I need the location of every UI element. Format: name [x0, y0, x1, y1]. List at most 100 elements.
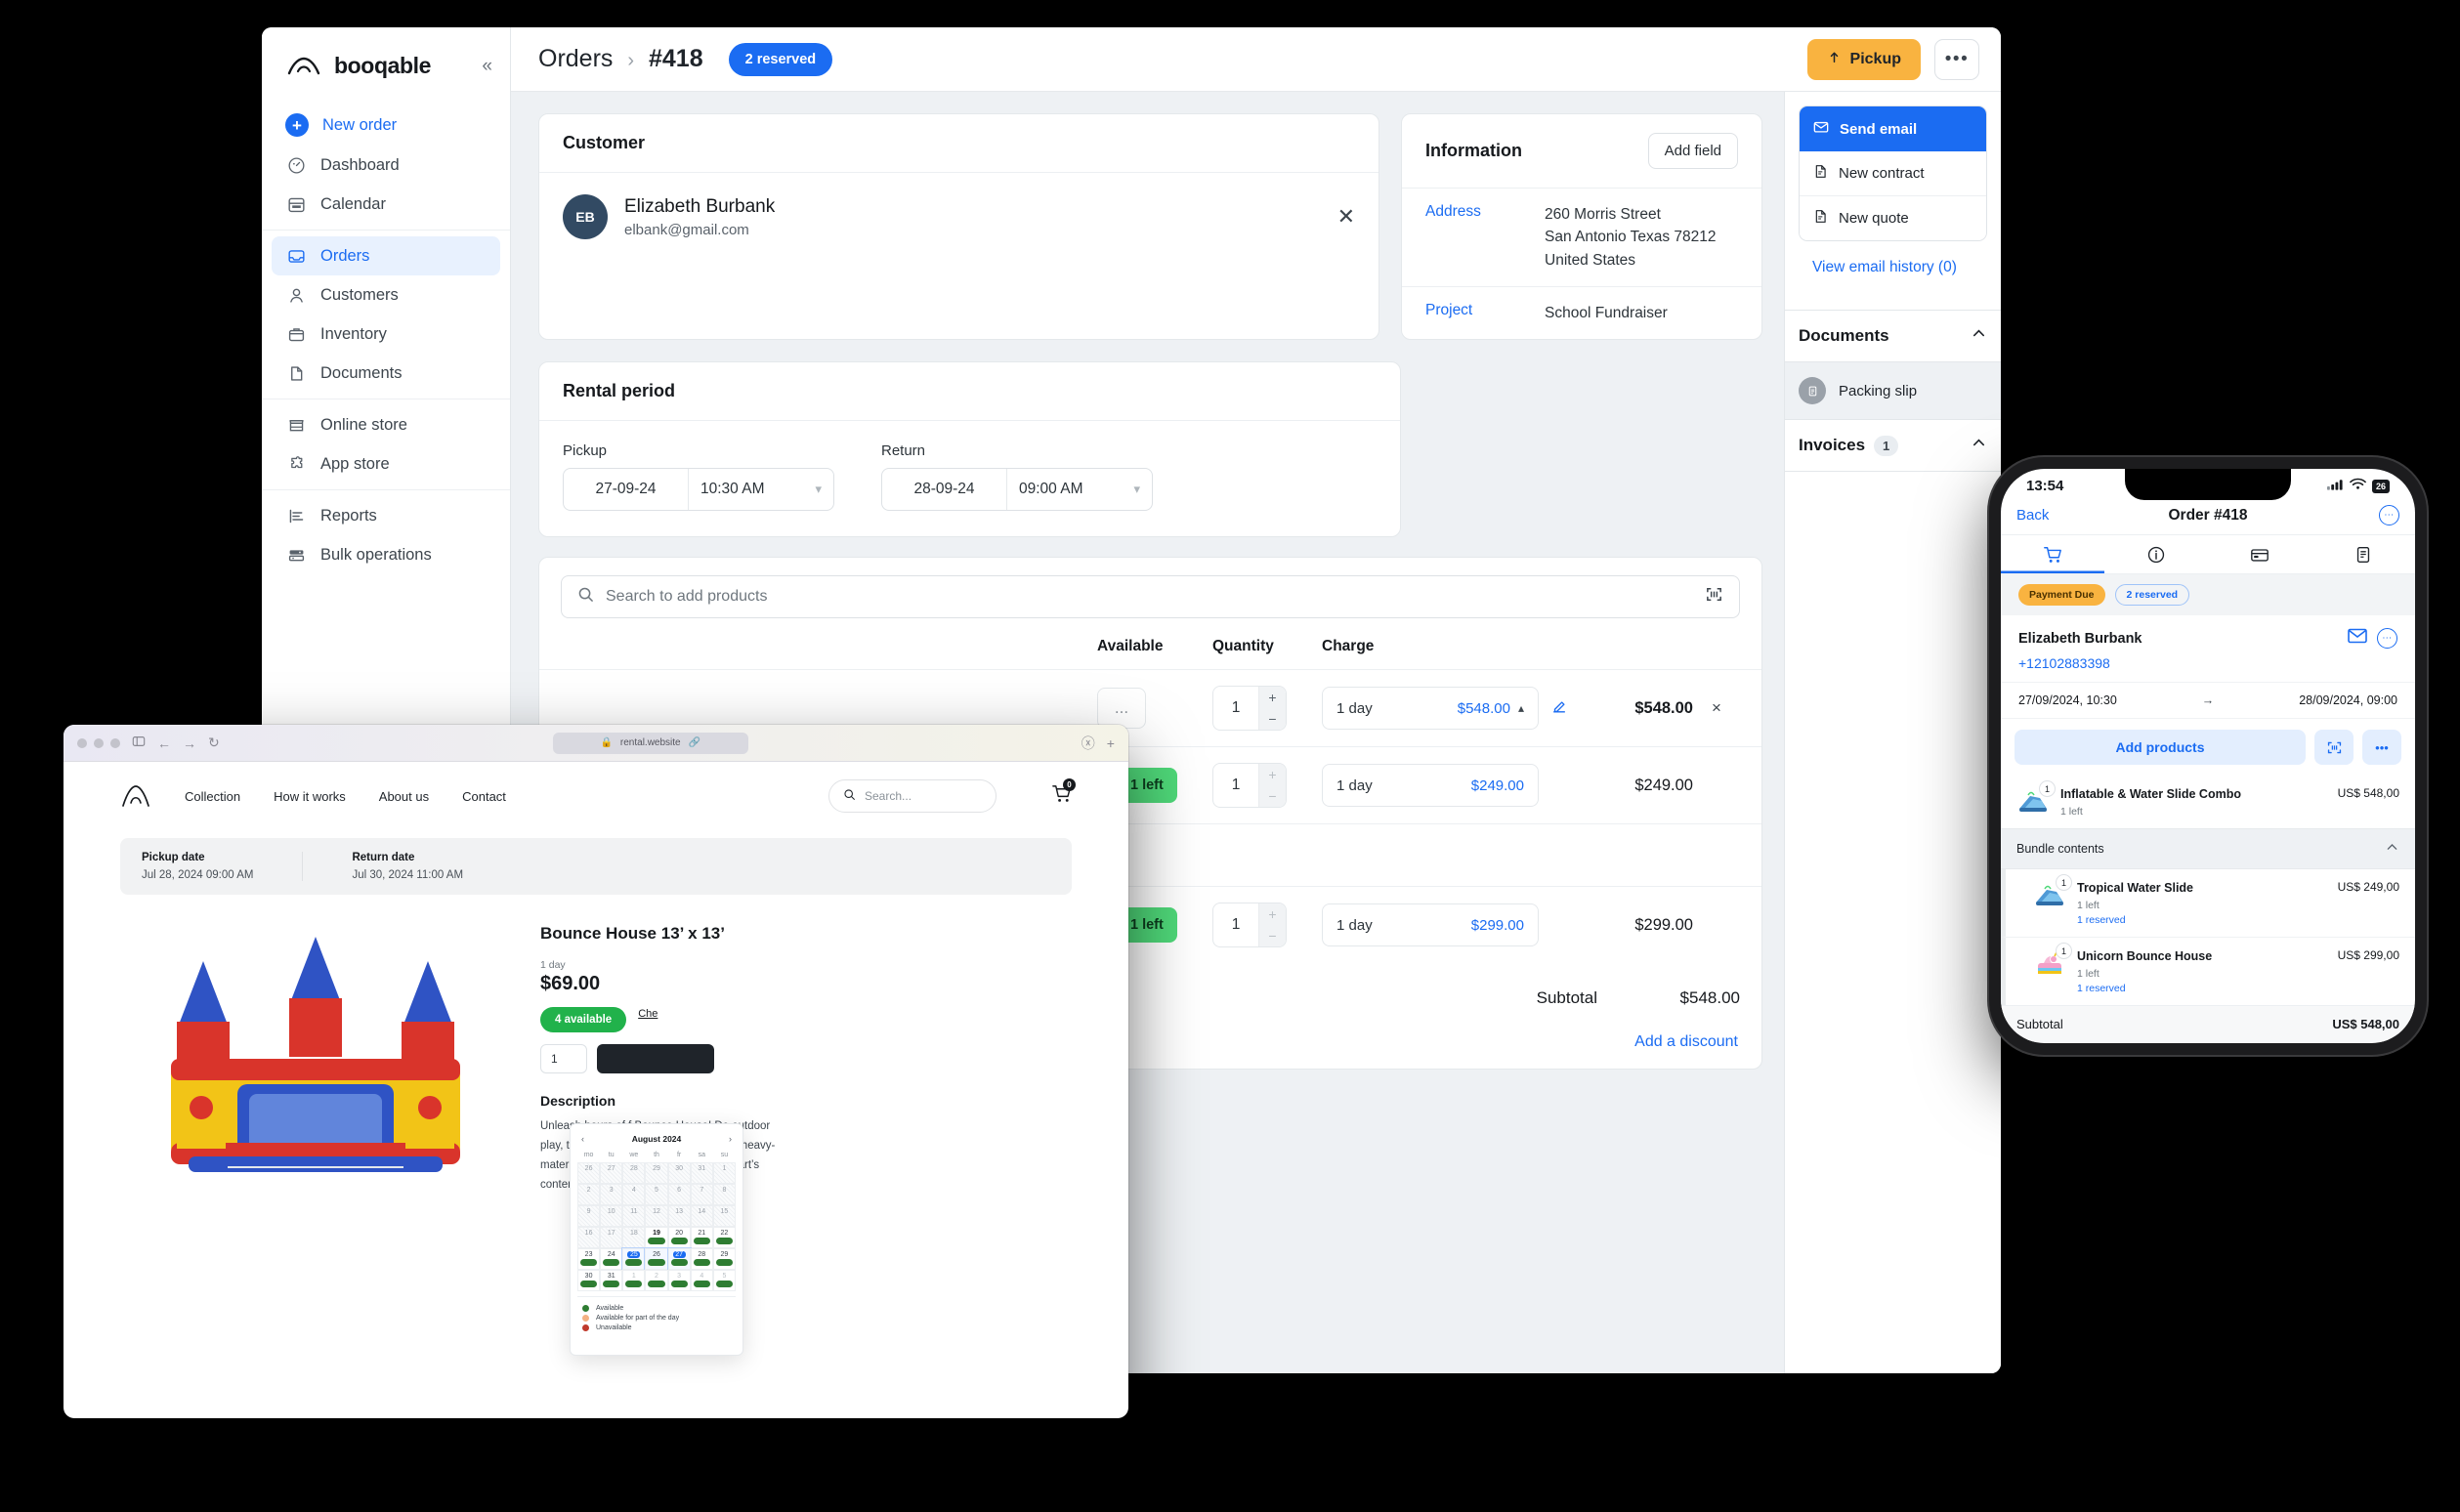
search-input[interactable]: Search to add products [561, 575, 1740, 618]
quantity-decrease-button[interactable]: − [1259, 785, 1286, 807]
topbar-more-button[interactable]: ••• [1934, 38, 1979, 80]
barcode-scan-icon[interactable] [1705, 585, 1723, 609]
tab-documents[interactable] [2312, 535, 2415, 573]
sidebar-icon[interactable] [132, 735, 146, 751]
sidebar-item-online-store[interactable]: Online store [272, 405, 500, 444]
charge-selector[interactable]: 1 day $249.00 [1322, 764, 1539, 807]
send-email-button[interactable]: Send email [1800, 106, 1986, 151]
pickup-date-input[interactable]: 27-09-24 [564, 469, 689, 510]
pickup-button[interactable]: Pickup [1806, 38, 1921, 80]
calendar-day[interactable]: 20 [667, 1227, 691, 1248]
plus-icon[interactable]: + [1107, 735, 1115, 751]
calendar-day[interactable]: 30 [577, 1270, 601, 1291]
site-return-date[interactable]: Return date Jul 30, 2024 11:00 AM [302, 852, 512, 881]
calendar-day[interactable]: 22 [712, 1227, 736, 1248]
bundle-contents-header[interactable]: Bundle contents [2001, 828, 2415, 869]
sidebar-item-reports[interactable]: Reports [272, 496, 500, 535]
address-label[interactable]: Address [1425, 203, 1545, 272]
document-packing-slip[interactable]: Packing slip [1785, 362, 2001, 419]
add-field-button[interactable]: Add field [1647, 133, 1738, 169]
pickup-time-select[interactable]: 10:30 AM ▾ [689, 469, 833, 510]
tab-products[interactable] [2001, 535, 2104, 573]
more-circle-icon[interactable]: ⋯ [2377, 628, 2397, 649]
calendar-day[interactable]: 1 [622, 1270, 646, 1291]
chevron-up-icon[interactable] [2385, 840, 2399, 858]
quantity-stepper[interactable]: 1 + − [1212, 686, 1287, 731]
calendar-day[interactable]: 5 [712, 1270, 736, 1291]
list-item[interactable]: 1 Unicorn Bounce House 1 left 1 reserved… [2001, 937, 2415, 1005]
sidebar-item-documents[interactable]: Documents [272, 354, 500, 393]
invoices-section-header[interactable]: Invoices 1 [1785, 419, 2001, 472]
sidebar-item-orders[interactable]: Orders [272, 236, 500, 275]
sidebar-item-dashboard[interactable]: Dashboard [272, 146, 500, 185]
view-email-history-link[interactable]: View email history (0) [1799, 241, 1987, 296]
quantity-increase-button[interactable]: + [1259, 764, 1286, 785]
item-reserved[interactable]: 1 reserved [2077, 914, 2327, 926]
address-bar[interactable]: 🔒 rental.website 🔗 [552, 732, 748, 754]
calendar-day[interactable]: 23 [577, 1248, 601, 1270]
site-pickup-date[interactable]: Pickup date Jul 28, 2024 09:00 AM [142, 852, 302, 881]
site-cart-button[interactable]: 0 [1051, 778, 1076, 809]
calendar-day[interactable]: 26 [644, 1247, 669, 1271]
more-circle-icon[interactable]: ⋯ [2379, 505, 2399, 525]
calendar-day[interactable]: 31 [600, 1270, 623, 1291]
chevron-up-icon[interactable] [1971, 435, 1987, 456]
sidebar-item-inventory[interactable]: Inventory [272, 315, 500, 354]
chevron-left-icon[interactable]: ‹ [581, 1134, 584, 1144]
arrow-right-icon[interactable]: → [183, 735, 196, 751]
calendar-day[interactable]: 27 [666, 1247, 692, 1271]
documents-section-header[interactable]: Documents [1785, 310, 2001, 362]
tab-payments[interactable] [2208, 535, 2312, 573]
quantity-stepper[interactable]: 1 + − [1212, 763, 1287, 808]
product-quantity-input[interactable]: 1 [540, 1044, 587, 1073]
calendar-day[interactable]: 3 [667, 1270, 691, 1291]
sidebar-item-bulk-operations[interactable]: Bulk operations [272, 535, 500, 574]
add-products-button[interactable]: Add products [2015, 730, 2306, 765]
new-contract-button[interactable]: New contract [1800, 151, 1986, 195]
chevrons-left-icon[interactable]: « [482, 56, 492, 77]
sidebar-item-customers[interactable]: Customers [272, 275, 500, 315]
site-logo-icon[interactable] [120, 783, 151, 809]
available-dots[interactable]: ... [1097, 688, 1146, 729]
new-quote-button[interactable]: New quote [1800, 195, 1986, 240]
quantity-decrease-button[interactable]: − [1259, 925, 1286, 946]
site-nav-how-it-works[interactable]: How it works [274, 789, 346, 804]
charge-selector[interactable]: 1 day $548.00 ▴ [1322, 687, 1539, 730]
calendar-day[interactable]: 19 [645, 1227, 668, 1248]
charge-selector[interactable]: 1 day $299.00 [1322, 903, 1539, 946]
edit-icon[interactable] [1550, 697, 1568, 720]
site-nav-collection[interactable]: Collection [185, 789, 240, 804]
item-reserved[interactable]: 1 reserved [2077, 983, 2327, 994]
project-label[interactable]: Project [1425, 302, 1545, 324]
sidebar-item-new-order[interactable]: + New order [272, 105, 500, 146]
reload-icon[interactable]: ↻ [208, 735, 220, 751]
add-to-cart-button[interactable] [597, 1044, 714, 1073]
calendar-day[interactable]: 21 [690, 1227, 713, 1248]
remove-row-button[interactable]: × [1693, 698, 1740, 718]
chevron-right-icon[interactable]: › [729, 1134, 732, 1144]
calendar-day[interactable]: 29 [712, 1248, 736, 1270]
quantity-increase-button[interactable]: + [1259, 687, 1286, 708]
calendar-day[interactable]: 24 [600, 1248, 623, 1270]
check-availability-link[interactable]: Che [638, 1008, 657, 1020]
barcode-scan-icon[interactable] [2314, 730, 2354, 765]
sidebar-item-app-store[interactable]: App store [272, 444, 500, 483]
quantity-increase-button[interactable]: + [1259, 903, 1286, 925]
list-item[interactable]: 1 Inflatable & Water Slide Combo 1 left … [2001, 776, 2415, 828]
quantity-stepper[interactable]: 1 + − [1212, 903, 1287, 947]
site-search-input[interactable]: Search... [828, 779, 997, 813]
tab-information[interactable] [2104, 535, 2208, 573]
arrow-left-icon[interactable]: ← [157, 735, 171, 751]
site-nav-contact[interactable]: Contact [462, 789, 506, 804]
quantity-decrease-button[interactable]: − [1259, 708, 1286, 730]
sidebar-item-calendar[interactable]: Calendar [272, 185, 500, 224]
window-controls[interactable] [77, 737, 120, 748]
calendar-day[interactable]: 4 [690, 1270, 713, 1291]
calendar-day[interactable]: 2 [645, 1270, 668, 1291]
phone-customer-phone[interactable]: +12102883398 [2018, 655, 2397, 671]
calendar-day[interactable]: 25 [621, 1247, 647, 1271]
download-icon[interactable]: ⓧ [1082, 734, 1095, 753]
site-nav-about-us[interactable]: About us [379, 789, 429, 804]
breadcrumb-parent[interactable]: Orders [538, 45, 613, 72]
calendar-day[interactable]: 28 [690, 1248, 713, 1270]
